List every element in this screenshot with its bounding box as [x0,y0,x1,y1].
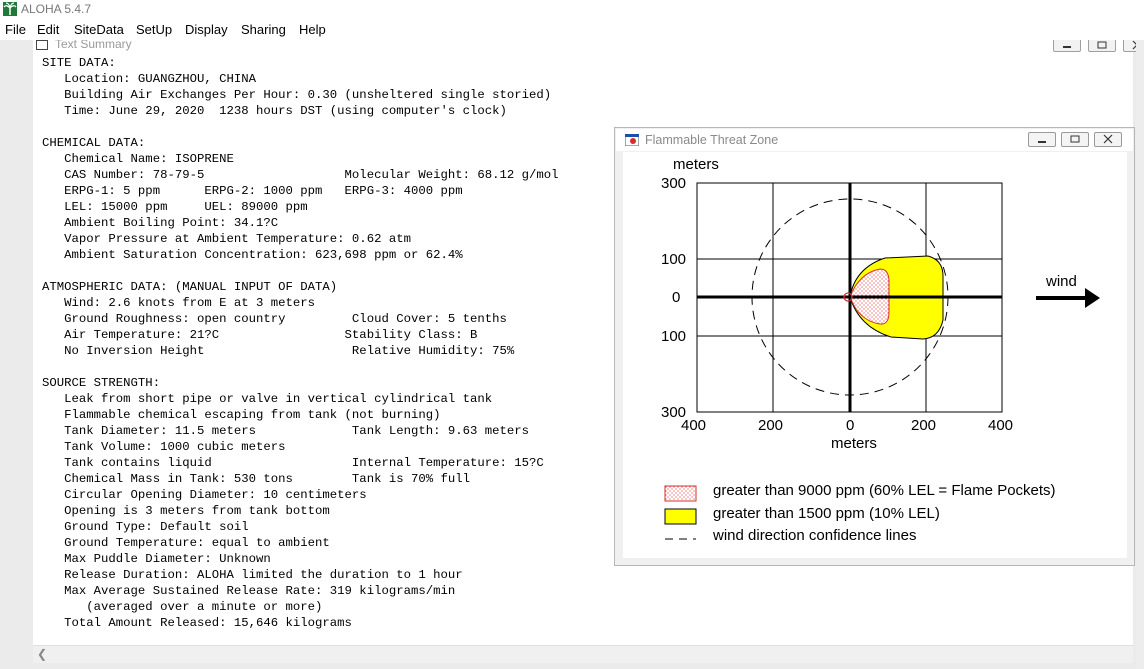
summary-line: Opening is 3 meters from tank bottom [42,504,330,518]
x-axis-unit-label: meters [831,435,877,452]
x-tick-label: 0 [846,417,854,434]
x-tick-label: 200 [911,417,936,434]
summary-line: Ground Temperature: equal to ambient [42,536,330,550]
app-title: ALOHA 5.4.7 [21,2,92,16]
legend-red-label: greater than 9000 ppm (60% LEL = Flame P… [713,482,1056,499]
summary-line: Ground Roughness: open country Cloud Cov… [42,312,507,326]
y-tick-label: 0 [672,289,680,306]
text-summary-title-bar[interactable]: Text Summary [33,40,1144,52]
summary-line: Time: June 29, 2020 1238 hours DST (usin… [42,104,507,118]
summary-line: Chemical Mass in Tank: 530 tons Tank is … [42,472,471,486]
mdi-edge [1136,40,1144,669]
summary-line: Release Duration: ALOHA limited the dura… [42,568,463,582]
app-title-bar: ALOHA 5.4.7 [0,0,1144,20]
summary-line: Ground Type: Default soil [42,520,249,534]
restore-button[interactable] [1088,40,1116,52]
x-tick-label: 200 [758,417,783,434]
threat-zone-icon [625,134,639,146]
summary-line: Ambient Saturation Concentration: 623,69… [42,248,463,262]
summary-line: CAS Number: 78-79-5 Molecular Weight: 68… [42,168,559,182]
menu-setup[interactable]: SetUp [136,22,172,37]
minimize-icon [1038,141,1046,143]
summary-line: No Inversion Height Relative Humidity: 7… [42,344,515,358]
summary-line: SOURCE STRENGTH: [42,376,161,390]
wind-label: wind [1045,273,1077,290]
restore-icon [1097,41,1107,49]
threat-zone-title: Flammable Threat Zone [645,133,779,147]
minimize-icon [1063,46,1071,48]
y-axis-unit-label: meters [673,156,719,173]
summary-line: Tank contains liquid Internal Temperatur… [42,456,544,470]
x-tick-label: 400 [988,417,1013,434]
menu-help[interactable]: Help [299,22,326,37]
x-tick-label: 400 [681,417,706,434]
threat-zone-restore-button[interactable] [1061,132,1089,147]
legend-dashed-label: wind direction confidence lines [713,527,917,544]
palm-tree-icon [3,2,17,16]
scroll-left-icon[interactable]: ❮ [37,647,47,661]
threat-zone-window: Flammable Threat Zone wind meters meters… [614,127,1135,566]
wind-arrow-icon [1085,288,1100,308]
summary-line: CHEMICAL DATA: [42,136,146,150]
close-icon [1103,134,1113,144]
summary-line: Vapor Pressure at Ambient Temperature: 0… [42,232,411,246]
summary-line: Max Average Sustained Release Rate: 319 … [42,584,456,598]
window-icon [36,40,48,50]
summary-line: Max Puddle Diameter: Unknown [42,552,271,566]
text-summary-title: Text Summary [55,40,132,51]
summary-line: Total Amount Released: 15,646 kilograms [42,616,352,630]
menu-sitedata[interactable]: SiteData [74,22,124,37]
summary-line: ERPG-1: 5 ppm ERPG-2: 1000 ppm ERPG-3: 4… [42,184,463,198]
restore-icon [1070,135,1080,143]
y-tick-label: 300 [661,175,686,192]
threat-zone-close-button[interactable] [1094,132,1122,147]
summary-line: Circular Opening Diameter: 10 centimeter… [42,488,367,502]
minimize-button[interactable] [1053,40,1081,52]
y-tick-label: 100 [661,328,686,345]
threat-zone-title-bar[interactable]: Flammable Threat Zone [616,129,1133,151]
summary-line: ATMOSPHERIC DATA: (MANUAL INPUT OF DATA) [42,280,338,294]
menu-bar: File Edit SiteData SetUp Display Sharing… [0,20,1144,40]
summary-line: Building Air Exchanges Per Hour: 0.30 (u… [42,88,552,102]
menu-file[interactable]: File [5,22,26,37]
legend-yellow-swatch [664,508,697,525]
menu-edit[interactable]: Edit [37,22,59,37]
threat-zone-plot-area: wind meters meters 300 100 0 100 300 400… [623,152,1127,558]
summary-line: Tank Diameter: 11.5 meters Tank Length: … [42,424,530,438]
summary-line: LEL: 15000 ppm UEL: 89000 ppm [42,200,308,214]
summary-line: Tank Volume: 1000 cubic meters [42,440,286,454]
threat-zone-minimize-button[interactable] [1028,132,1056,147]
summary-line: Air Temperature: 21?C Stability Class: B [42,328,478,342]
summary-line: Wind: 2.6 knots from E at 3 meters [42,296,316,310]
horizontal-scrollbar[interactable]: ❮ [33,645,1133,663]
summary-line: Leak from short pipe or valve in vertica… [42,392,493,406]
summary-line: Location: GUANGZHOU, CHINA [42,72,257,86]
legend-yellow-label: greater than 1500 ppm (10% LEL) [713,505,940,522]
summary-line: Chemical Name: ISOPRENE [42,152,234,166]
summary-line: SITE DATA: [42,56,116,70]
legend-red-swatch [664,485,697,502]
summary-line: (averaged over a minute or more) [42,600,323,614]
summary-line: Flammable chemical escaping from tank (n… [42,408,441,422]
summary-line: Ambient Boiling Point: 34.1?C [42,216,279,230]
menu-sharing[interactable]: Sharing [241,22,286,37]
menu-display[interactable]: Display [185,22,228,37]
y-tick-label: 100 [661,251,686,268]
